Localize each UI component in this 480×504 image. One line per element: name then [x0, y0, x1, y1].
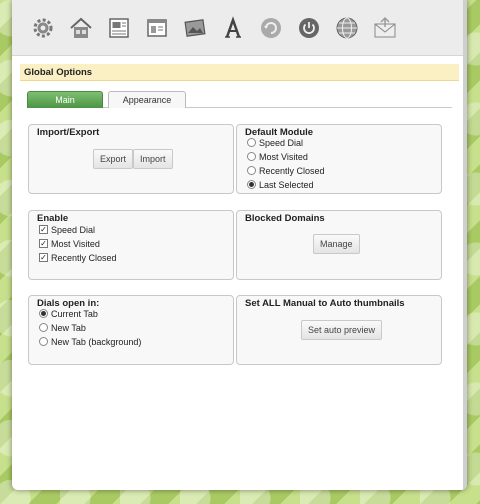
power-button[interactable] — [290, 8, 328, 48]
gear-button[interactable] — [24, 8, 62, 48]
font-icon — [225, 15, 241, 38]
power-icon — [299, 17, 319, 38]
checkbox[interactable]: ✓ — [39, 225, 48, 234]
set-auto-preview-button[interactable]: Set auto preview — [301, 320, 383, 340]
section-title: Global Options — [20, 64, 459, 81]
radio-button[interactable] — [247, 180, 256, 189]
option-label: New Tab — [51, 322, 86, 333]
import-button[interactable]: Import — [133, 149, 173, 169]
auto-thumbnails-title: Set ALL Manual to Auto thumbnails — [245, 298, 405, 309]
tab-appearance[interactable]: Appearance — [108, 91, 186, 108]
checkbox[interactable]: ✓ — [39, 253, 48, 262]
radio-button[interactable] — [39, 337, 48, 346]
dials-open-option[interactable]: New Tab (background) — [39, 335, 141, 348]
default-module-option[interactable]: Most Visited — [247, 150, 308, 163]
blocked-domains-panel: Blocked Domains Manage — [236, 210, 442, 280]
enable-option[interactable]: ✓ Recently Closed — [39, 251, 117, 264]
enable-option[interactable]: ✓ Most Visited — [39, 237, 100, 250]
globe-button[interactable] — [328, 8, 366, 48]
toolbar — [12, 0, 467, 56]
radio-button[interactable] — [247, 152, 256, 161]
radio-button[interactable] — [247, 138, 256, 147]
globe-icon — [336, 17, 358, 38]
tab-main[interactable]: Main — [27, 91, 103, 108]
dashboard-icon — [109, 17, 129, 38]
export-button[interactable]: Export — [93, 149, 134, 169]
radio-button[interactable] — [39, 323, 48, 332]
auto-thumbnails-panel: Set ALL Manual to Auto thumbnails Set au… — [236, 295, 442, 365]
mail-icon — [374, 16, 396, 37]
radio-button[interactable] — [39, 309, 48, 318]
default-module-option[interactable]: Recently Closed — [247, 164, 325, 177]
font-button[interactable] — [214, 8, 252, 48]
blocked-domains-title: Blocked Domains — [245, 213, 325, 224]
enable-panel: Enable ✓ Speed Dial ✓ Most Visited ✓ Recent… — [28, 210, 234, 280]
checkbox[interactable]: ✓ — [39, 239, 48, 248]
home-button[interactable] — [62, 8, 100, 48]
option-label: Speed Dial — [51, 224, 96, 235]
options-window: Global Options Main Appearance Import/Ex… — [12, 0, 467, 490]
import-export-panel: Import/Export Export Import — [28, 124, 234, 194]
thumbnails-button[interactable] — [138, 8, 176, 48]
option-label: Last Selected — [259, 179, 314, 190]
dials-open-panel: Dials open in: Current Tab New Tab New T… — [28, 295, 234, 365]
refresh-icon — [261, 17, 281, 38]
gear-icon — [33, 18, 53, 37]
refresh-button[interactable] — [252, 8, 290, 48]
option-label: Current Tab — [51, 308, 98, 319]
option-label: New Tab (background) — [51, 336, 142, 347]
dials-open-option[interactable]: New Tab — [39, 321, 86, 334]
option-label: Speed Dial — [259, 137, 304, 148]
default-module-option[interactable]: Speed Dial — [247, 136, 303, 149]
image-icon — [184, 18, 206, 37]
thumbnails-icon — [147, 18, 167, 37]
tab-bar: Main Appearance — [27, 90, 452, 108]
manage-button[interactable]: Manage — [313, 234, 360, 254]
enable-option[interactable]: ✓ Speed Dial — [39, 223, 95, 236]
mail-button[interactable] — [366, 8, 404, 48]
dashboard-button[interactable] — [100, 8, 138, 48]
default-module-option[interactable]: Last Selected — [247, 178, 314, 191]
image-button[interactable] — [176, 8, 214, 48]
option-label: Recently Closed — [51, 252, 117, 263]
window-edge — [463, 0, 467, 490]
home-icon — [70, 17, 92, 38]
option-label: Most Visited — [259, 151, 308, 162]
option-label: Recently Closed — [259, 165, 325, 176]
import-export-title: Import/Export — [37, 127, 100, 138]
default-module-panel: Default Module Speed Dial Most Visited R… — [236, 124, 442, 194]
dials-open-option[interactable]: Current Tab — [39, 307, 98, 320]
radio-button[interactable] — [247, 166, 256, 175]
option-label: Most Visited — [51, 238, 100, 249]
